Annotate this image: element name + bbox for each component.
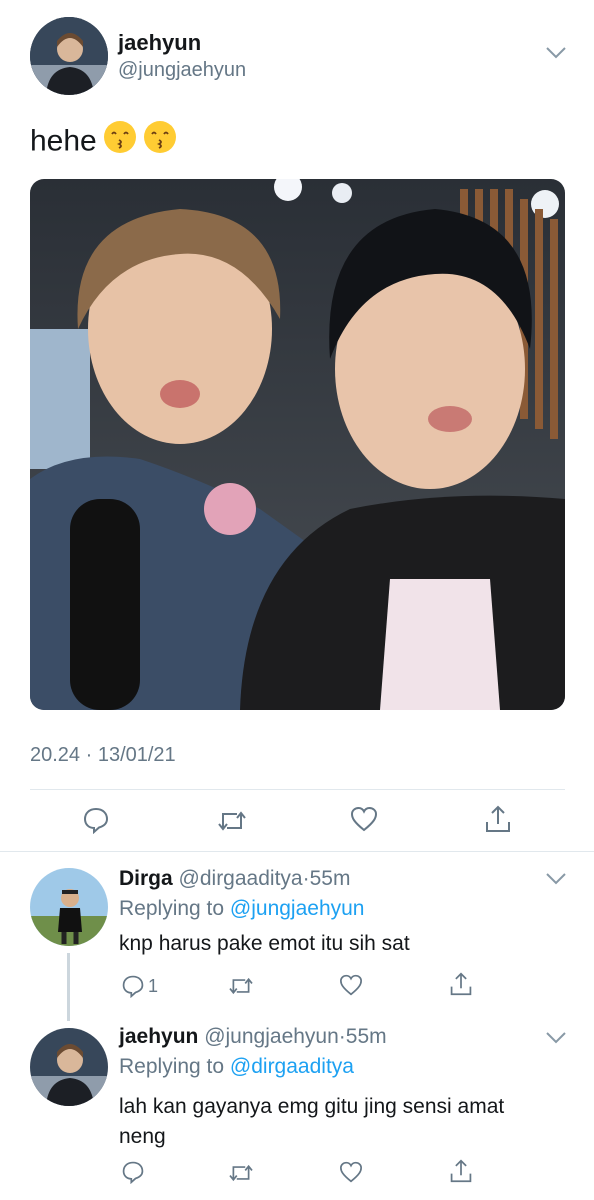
retweet-icon[interactable] <box>228 975 254 997</box>
reply-author-handle[interactable]: @dirgaaditya <box>179 867 303 890</box>
reply-header: Dirga @dirgaaditya·55m <box>119 867 350 891</box>
tweet-timestamp[interactable]: 20.24 · 13/01/21 <box>30 744 176 767</box>
chevron-down-icon[interactable] <box>545 872 567 886</box>
tweet-text-content: hehe <box>30 124 97 158</box>
thread-line <box>67 953 70 1021</box>
kissing-face-icon <box>143 120 177 165</box>
chevron-down-icon[interactable] <box>545 46 567 60</box>
tweet-text: hehe <box>30 120 177 165</box>
like-icon[interactable] <box>339 1161 363 1183</box>
share-icon[interactable] <box>484 804 512 834</box>
replying-to-mention[interactable]: @dirgaaditya <box>230 1055 354 1078</box>
reply-age: 55m <box>309 867 351 890</box>
divider <box>0 851 594 852</box>
reply-text: knp harus pake emot itu sih sat <box>119 932 410 955</box>
reply-text-line: neng <box>119 1125 166 1148</box>
avatar[interactable] <box>30 868 108 946</box>
retweet-icon[interactable] <box>228 1162 254 1184</box>
replying-to-label: Replying to <box>119 1055 225 1078</box>
retweet-icon[interactable] <box>217 808 247 834</box>
reply-count: 1 <box>148 976 159 996</box>
avatar[interactable] <box>30 17 108 95</box>
kissing-face-icon <box>103 120 137 165</box>
replying-to: Replying to @jungjaehyun <box>119 897 365 921</box>
reply-text-line: lah kan gayanya emg gitu jing sensi amat <box>119 1095 505 1118</box>
reply-author-handle[interactable]: @jungjaehyun <box>204 1025 339 1048</box>
tweet-photo[interactable] <box>30 179 565 710</box>
reply-author-name[interactable]: Dirga <box>119 867 173 890</box>
reply-icon[interactable] <box>121 1160 145 1184</box>
reply-author-name[interactable]: jaehyun <box>119 1025 198 1048</box>
avatar[interactable] <box>30 1028 108 1106</box>
reply-text: lah kan gayanya emg gitu jing sensi amat… <box>119 1092 504 1152</box>
replying-to-mention[interactable]: @jungjaehyun <box>230 897 365 920</box>
chevron-down-icon[interactable] <box>545 1031 567 1045</box>
separator-dot: · <box>338 1025 346 1048</box>
separator-dot: · <box>302 867 310 890</box>
reply-age: 55m <box>345 1025 387 1048</box>
share-icon[interactable] <box>449 971 473 997</box>
replying-to-label: Replying to <box>119 897 225 920</box>
divider <box>30 789 565 790</box>
like-icon[interactable] <box>339 974 363 996</box>
reply-icon[interactable] <box>121 974 145 998</box>
share-icon[interactable] <box>449 1158 473 1184</box>
reply-icon[interactable] <box>82 806 110 834</box>
replying-to: Replying to @dirgaaditya <box>119 1055 354 1079</box>
author-name[interactable]: jaehyun <box>118 30 201 56</box>
reply-header: jaehyun @jungjaehyun·55m <box>119 1025 387 1049</box>
like-icon[interactable] <box>350 806 378 832</box>
author-handle[interactable]: @jungjaehyun <box>118 59 246 82</box>
